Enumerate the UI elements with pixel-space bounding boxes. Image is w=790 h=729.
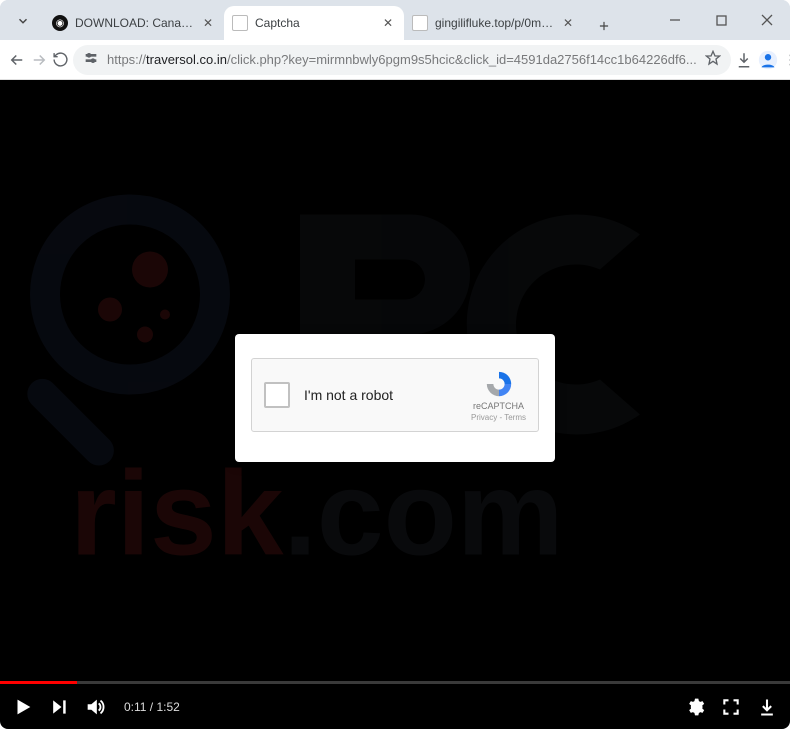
tab-title: DOWNLOAD: Canary Black (20 bbox=[75, 16, 196, 30]
maximize-button[interactable] bbox=[698, 3, 744, 37]
window-controls bbox=[652, 0, 790, 40]
close-icon[interactable]: ✕ bbox=[380, 15, 396, 31]
blank-favicon-icon bbox=[412, 15, 428, 31]
tab-strip: ◉ DOWNLOAD: Canary Black (20 ✕ Captcha ✕… bbox=[44, 0, 652, 40]
watermark-text: risk.com bbox=[70, 447, 564, 581]
fullscreen-button[interactable] bbox=[720, 696, 742, 718]
site-info-icon[interactable] bbox=[83, 50, 99, 69]
recaptcha-widget: I'm not a robot reCAPTCHA Privacy - Term… bbox=[251, 358, 539, 432]
recaptcha-label: I'm not a robot bbox=[304, 387, 457, 403]
downloads-button[interactable] bbox=[735, 43, 753, 77]
page-content: risk.com I'm not a robot reCAPTC bbox=[0, 80, 790, 729]
url-text: https://traversol.co.in/click.php?key=mi… bbox=[107, 52, 697, 67]
back-button[interactable] bbox=[8, 43, 26, 77]
odysee-icon: ◉ bbox=[52, 15, 68, 31]
recaptcha-icon bbox=[484, 369, 514, 399]
tab-download[interactable]: ◉ DOWNLOAD: Canary Black (20 ✕ bbox=[44, 6, 224, 40]
settings-button[interactable] bbox=[684, 696, 706, 718]
tab-search-button[interactable] bbox=[6, 4, 40, 38]
captcha-card: I'm not a robot reCAPTCHA Privacy - Term… bbox=[235, 334, 555, 462]
tab-gingilifluke[interactable]: gingilifluke.top/p/0mvDXVdx8 ✕ bbox=[404, 6, 584, 40]
next-button[interactable] bbox=[48, 696, 70, 718]
volume-button[interactable] bbox=[84, 696, 106, 718]
play-button[interactable] bbox=[12, 696, 34, 718]
browser-window: ◉ DOWNLOAD: Canary Black (20 ✕ Captcha ✕… bbox=[0, 0, 790, 729]
new-tab-button[interactable] bbox=[590, 12, 618, 40]
recaptcha-badge: reCAPTCHA Privacy - Terms bbox=[471, 369, 526, 422]
time-display: 0:11 / 1:52 bbox=[124, 700, 180, 714]
recaptcha-checkbox[interactable] bbox=[264, 382, 290, 408]
titlebar: ◉ DOWNLOAD: Canary Black (20 ✕ Captcha ✕… bbox=[0, 0, 790, 40]
progress-bar[interactable] bbox=[0, 681, 790, 684]
address-bar[interactable]: https://traversol.co.in/click.php?key=mi… bbox=[73, 45, 731, 75]
progress-played bbox=[0, 681, 77, 684]
tab-title: Captcha bbox=[255, 16, 376, 30]
forward-button[interactable] bbox=[30, 43, 48, 77]
tab-captcha[interactable]: Captcha ✕ bbox=[224, 6, 404, 40]
minimize-button[interactable] bbox=[652, 3, 698, 37]
recaptcha-brand: reCAPTCHA bbox=[473, 401, 524, 411]
tab-title: gingilifluke.top/p/0mvDXVdx8 bbox=[435, 16, 556, 30]
recaptcha-legal[interactable]: Privacy - Terms bbox=[471, 413, 526, 422]
profile-button[interactable] bbox=[757, 43, 779, 77]
toolbar: https://traversol.co.in/click.php?key=mi… bbox=[0, 40, 790, 80]
reload-button[interactable] bbox=[52, 43, 69, 77]
menu-button[interactable] bbox=[783, 43, 790, 77]
window-close-button[interactable] bbox=[744, 3, 790, 37]
close-icon[interactable]: ✕ bbox=[560, 15, 576, 31]
close-icon[interactable]: ✕ bbox=[200, 15, 216, 31]
video-player-controls: 0:11 / 1:52 bbox=[0, 681, 790, 729]
download-video-button[interactable] bbox=[756, 696, 778, 718]
bookmark-icon[interactable] bbox=[705, 50, 721, 69]
blank-favicon-icon bbox=[232, 15, 248, 31]
